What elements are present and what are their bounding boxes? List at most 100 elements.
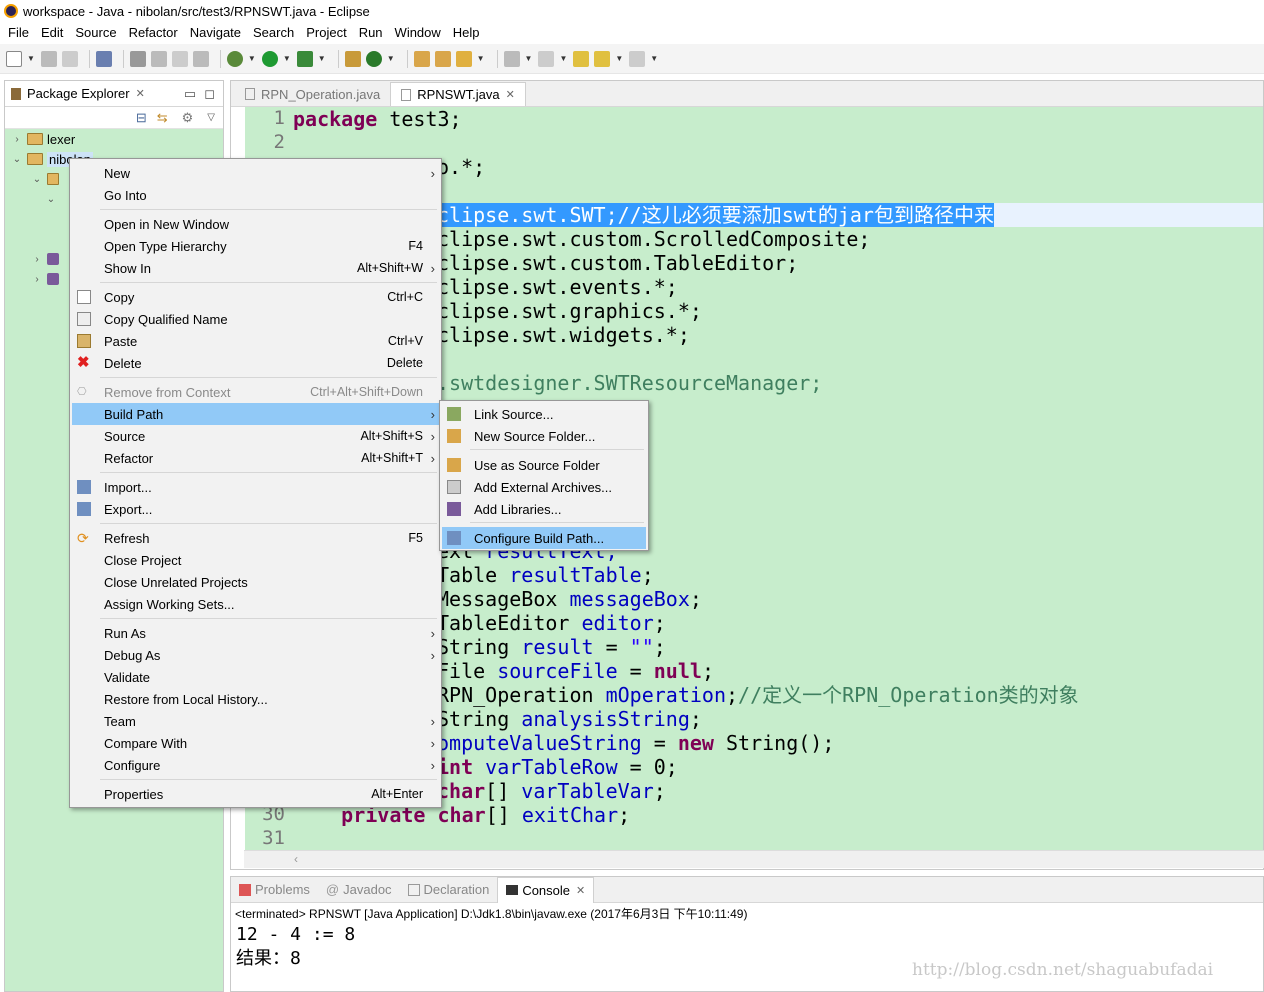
minimize-icon[interactable]: ▭ (184, 86, 196, 102)
prev-annotation-icon[interactable] (538, 50, 555, 67)
menu-item-build-path[interactable]: Build Path › (72, 403, 439, 425)
menu-item-add-libraries[interactable]: Add Libraries... (440, 498, 648, 520)
close-icon[interactable]: ✕ (506, 88, 515, 101)
tab-javadoc[interactable]: @ Javadoc (318, 882, 400, 897)
new-icon[interactable] (6, 50, 22, 67)
tab-rpn-operation[interactable]: RPN_Operation.java (235, 82, 390, 106)
menu-item-source[interactable]: Source Alt+Shift+S › (70, 425, 441, 447)
package-explorer-tab[interactable]: Package Explorer ✕ ▭ ◻ (5, 81, 223, 107)
tab-rpnswt[interactable]: RPNSWT.java ✕ (390, 82, 526, 106)
menu-search[interactable]: Search (248, 25, 299, 40)
chevron-down-icon[interactable]: ⌄ (45, 194, 57, 205)
menu-item-show-in[interactable]: Show In Alt+Shift+W › (70, 257, 441, 279)
menu-item-use-as-source-folder[interactable]: Use as Source Folder (440, 454, 648, 476)
menu-item-new[interactable]: New › (70, 162, 441, 184)
menu-item-add-external-archives[interactable]: Add External Archives... (440, 476, 648, 498)
new-java-project-icon[interactable] (344, 50, 361, 67)
filter-icon[interactable]: ⚙ (182, 110, 194, 126)
menu-item-properties[interactable]: Properties Alt+Enter (70, 783, 441, 805)
tab-declaration[interactable]: Declaration (400, 882, 498, 897)
save-icon[interactable] (40, 50, 57, 67)
coverage-icon[interactable] (296, 50, 313, 67)
menu-item-open-in-new-window[interactable]: Open in New Window (70, 213, 441, 235)
close-icon[interactable]: ✕ (136, 87, 145, 100)
menu-window[interactable]: Window (390, 25, 446, 40)
menu-item-refactor[interactable]: Refactor Alt+Shift+T › (70, 447, 441, 469)
chevron-right-icon[interactable]: › (11, 134, 23, 145)
link-with-editor-icon[interactable]: ⇆ (157, 110, 168, 126)
new-dropdown-icon[interactable]: ▼ (27, 54, 35, 63)
maximize-icon[interactable]: ◻ (204, 86, 215, 102)
menu-item-export[interactable]: Export... (70, 498, 441, 520)
package-explorer-icon (11, 87, 21, 100)
menu-source[interactable]: Source (70, 25, 121, 40)
back-icon[interactable] (594, 50, 611, 67)
forward-icon[interactable] (629, 50, 646, 67)
code-line: clipse.swt.graphics.*; (437, 299, 702, 323)
new-class-icon[interactable] (365, 50, 382, 67)
menu-refactor[interactable]: Refactor (124, 25, 183, 40)
search-icon[interactable] (455, 50, 472, 67)
tab-console[interactable]: Console ✕ (497, 876, 595, 903)
menu-item-assign-working-sets[interactable]: Assign Working Sets... (70, 593, 441, 615)
menu-navigate[interactable]: Navigate (185, 25, 246, 40)
tab-problems[interactable]: Problems (231, 882, 318, 897)
menu-item-link-source[interactable]: Link Source... (440, 403, 648, 425)
menu-item-copy-qualified-name[interactable]: Copy Qualified Name (70, 308, 441, 330)
chevron-down-icon[interactable]: ⌄ (31, 174, 43, 185)
menu-project[interactable]: Project (301, 25, 351, 40)
menu-item-validate[interactable]: Validate (70, 666, 441, 688)
menu-item-paste[interactable]: Paste Ctrl+V (70, 330, 441, 352)
tree-item-package[interactable]: ⌄ (45, 189, 57, 209)
scroll-left-icon[interactable]: ‹ (294, 852, 298, 866)
menu-item-go-into[interactable]: Go Into (70, 184, 441, 206)
collapse-all-icon[interactable]: ⊟ (136, 110, 147, 126)
console-tabs: Problems @ Javadoc Declaration Console ✕ (231, 876, 1263, 903)
menu-item-compare-with[interactable]: Compare With › (70, 732, 441, 754)
tree-item-library[interactable]: › (31, 249, 64, 269)
menu-run[interactable]: Run (354, 25, 388, 40)
block-selection-icon[interactable] (171, 50, 188, 67)
view-menu-icon[interactable]: ▽ (207, 112, 215, 123)
run-icon[interactable] (261, 50, 278, 67)
menu-item-configure-build-path[interactable]: Configure Build Path... (442, 527, 646, 549)
tree-item-lexer[interactable]: › lexer (11, 129, 75, 149)
menu-item-close-unrelated-projects[interactable]: Close Unrelated Projects (70, 571, 441, 593)
menu-item-team[interactable]: Team › (70, 710, 441, 732)
last-edit-icon[interactable] (573, 50, 590, 67)
menu-item-debug-as[interactable]: Debug As › (70, 644, 441, 666)
package-explorer-title: Package Explorer (27, 86, 130, 101)
menu-item-import[interactable]: Import... (70, 476, 441, 498)
menu-file[interactable]: File (3, 25, 34, 40)
menu-item-refresh[interactable]: ⟳ Refresh F5 (70, 527, 441, 549)
menu-item-new-source-folder[interactable]: New Source Folder... (440, 425, 648, 447)
code-line: int varTableRow = 0; (437, 755, 678, 779)
skip-breakpoints-icon[interactable] (95, 50, 112, 67)
menu-item-delete[interactable]: ✖ Delete Delete (70, 352, 441, 374)
next-annotation-icon[interactable] (503, 50, 520, 67)
menu-edit[interactable]: Edit (36, 25, 68, 40)
menu-item-restore-from-local-history[interactable]: Restore from Local History... (70, 688, 441, 710)
menu-item-copy[interactable]: Copy Ctrl+C (70, 286, 441, 308)
menu-item-open-type-hierarchy[interactable]: Open Type Hierarchy F4 (70, 235, 441, 257)
menu-help[interactable]: Help (448, 25, 485, 40)
edit-icon[interactable] (150, 50, 167, 67)
code-line: o.*; (437, 155, 486, 179)
debug-icon[interactable] (226, 50, 243, 67)
save-all-icon[interactable] (61, 50, 78, 67)
close-icon[interactable]: ✕ (576, 884, 585, 897)
open-type-icon[interactable] (413, 50, 430, 67)
menu-item-close-project[interactable]: Close Project (70, 549, 441, 571)
delete-icon: ✖ (77, 354, 90, 371)
menu-item-run-as[interactable]: Run As › (70, 622, 441, 644)
show-whitespace-icon[interactable] (192, 50, 209, 67)
chevron-right-icon[interactable]: › (31, 254, 43, 265)
tree-item-src[interactable]: ⌄ (31, 169, 63, 189)
chevron-right-icon[interactable]: › (31, 274, 43, 285)
open-task-icon[interactable] (434, 50, 451, 67)
menu-item-configure[interactable]: Configure › (70, 754, 441, 776)
toggle-mark-icon[interactable] (129, 50, 146, 67)
chevron-down-icon[interactable]: ⌄ (11, 154, 23, 165)
horizontal-scrollbar[interactable]: ‹ (244, 850, 1264, 868)
tree-item-library[interactable]: › (31, 269, 64, 289)
